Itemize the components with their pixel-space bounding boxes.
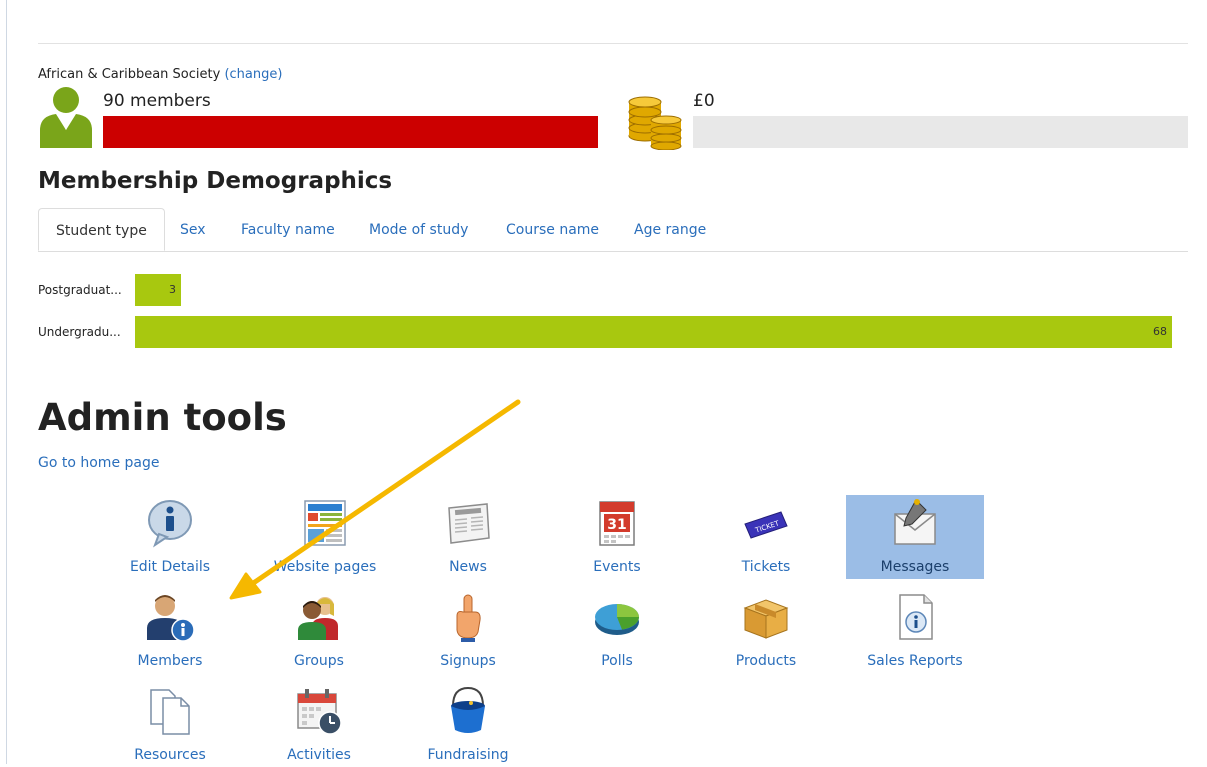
tab-mode-of-study[interactable]: Mode of study: [369, 208, 468, 251]
members-word: members: [130, 91, 211, 111]
tab-student-type[interactable]: Student type: [38, 208, 165, 251]
calendar-clock-icon: [297, 689, 342, 735]
tool-activities[interactable]: Activities: [250, 683, 388, 767]
tool-label: Resources: [134, 747, 206, 763]
info-bubble-icon: [148, 500, 192, 548]
coins-icon: [628, 96, 682, 150]
ticket-icon: TICKET: [744, 511, 788, 539]
box-icon: [743, 599, 789, 639]
tool-signups[interactable]: Signups: [399, 589, 537, 673]
tool-label: Products: [735, 653, 797, 669]
calendar-icon: 31: [599, 501, 635, 546]
raised-hand-icon: [456, 594, 481, 642]
documents-icon: [150, 689, 190, 735]
bucket-icon: [451, 686, 485, 733]
funds-value: £0: [693, 91, 715, 111]
organisation-line: African & Caribbean Society (change): [38, 67, 282, 82]
tool-tickets[interactable]: TICKET Tickets: [697, 495, 835, 579]
tab-age-range[interactable]: Age range: [634, 208, 706, 251]
tab-sex[interactable]: Sex: [180, 208, 206, 251]
tool-label: Groups: [294, 653, 344, 669]
change-organisation-link[interactable]: (change): [224, 67, 282, 82]
members-progress-bar: [103, 116, 598, 148]
svg-text:31: 31: [607, 517, 626, 533]
newspaper-icon: [448, 503, 490, 544]
home-page-link[interactable]: Go to home page: [38, 455, 159, 471]
tool-label: Website pages: [273, 559, 377, 575]
tool-edit-details[interactable]: Edit Details: [101, 495, 239, 579]
member-icon: [40, 87, 92, 148]
members-count: 90 members: [103, 91, 211, 111]
tool-products[interactable]: Products: [697, 589, 835, 673]
tool-label: Fundraising: [427, 747, 509, 763]
group-icon: [298, 597, 338, 640]
tool-label: Events: [593, 559, 641, 575]
tool-news[interactable]: News: [399, 495, 537, 579]
page-left-border: [6, 0, 7, 764]
demographics-tabs: Student type Sex Faculty name Mode of st…: [38, 208, 1188, 252]
organisation-name: African & Caribbean Society: [38, 67, 221, 82]
bar-value-label: 3: [169, 283, 176, 296]
funds-progress-bar: [693, 116, 1188, 148]
tool-label: Sales Reports: [867, 653, 963, 669]
demographics-title: Membership Demographics: [38, 168, 393, 194]
bar-label: Postgraduat...: [38, 283, 122, 297]
admin-tools-title: Admin tools: [38, 396, 287, 439]
tool-members[interactable]: Members: [101, 589, 239, 673]
tab-faculty-name[interactable]: Faculty name: [241, 208, 335, 251]
bar-value-label: 68: [1153, 325, 1167, 338]
tool-events[interactable]: 31 Events: [548, 495, 686, 579]
report-info-icon: [899, 594, 933, 640]
tool-label: Tickets: [741, 559, 791, 575]
tool-label: Messages: [880, 559, 950, 575]
envelope-icon: [894, 499, 936, 545]
tab-course-name[interactable]: Course name: [506, 208, 599, 251]
tool-label: Polls: [601, 653, 633, 669]
tool-polls[interactable]: Polls: [548, 589, 686, 673]
bar: 68: [135, 316, 1172, 348]
tool-label: News: [449, 559, 487, 575]
tool-label: Activities: [287, 747, 351, 763]
tool-website-pages[interactable]: Website pages: [256, 495, 394, 579]
tool-messages[interactable]: Messages: [846, 495, 984, 579]
tool-sales-reports[interactable]: Sales Reports: [846, 589, 984, 673]
website-pages-icon: [304, 500, 346, 546]
tool-resources[interactable]: Resources: [101, 683, 239, 767]
tool-label: Members: [137, 653, 203, 669]
tool-fundraising[interactable]: Fundraising: [399, 683, 537, 767]
members-number: 90: [103, 91, 125, 111]
top-divider: [38, 43, 1188, 44]
bar-label: Undergradu...: [38, 325, 121, 339]
pie-chart-icon: [595, 604, 639, 635]
bar: 3: [135, 274, 181, 306]
tool-label: Signups: [440, 653, 496, 669]
tool-label: Edit Details: [129, 559, 211, 575]
tool-groups[interactable]: Groups: [250, 589, 388, 673]
user-info-icon: [147, 595, 195, 642]
